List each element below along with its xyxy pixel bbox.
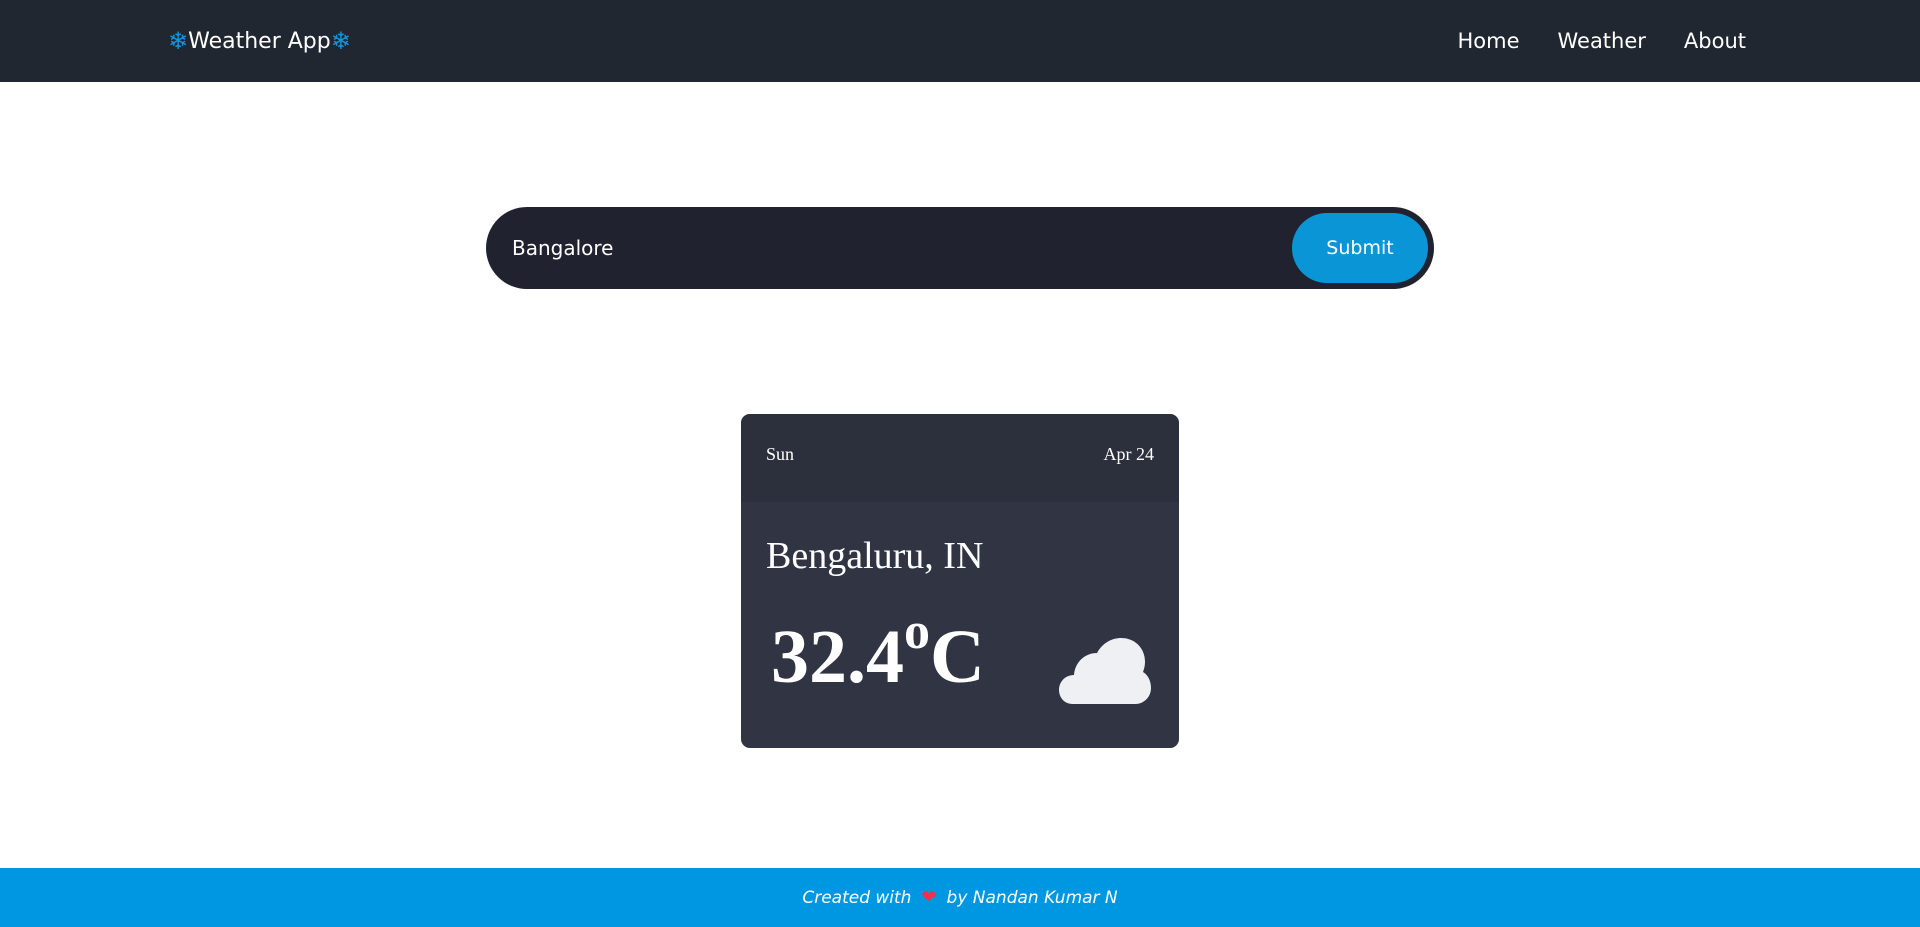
city-search-input[interactable]: [510, 207, 1270, 289]
brand[interactable]: ❄ Weather App ❄: [168, 0, 351, 82]
weather-day: Sun: [766, 444, 795, 464]
heart-icon: ❤: [921, 887, 937, 908]
temperature-value: 32.4: [771, 615, 904, 699]
snowflake-icon: ❄: [168, 27, 189, 55]
footer-credit-author: by Nandan Kumar N: [946, 887, 1118, 908]
degree-symbol: o: [904, 603, 930, 660]
navbar: ❄ Weather App ❄ Home Weather About: [0, 0, 1920, 82]
weather-card: Sun Apr 24 Bengaluru, IN 32.4oC: [741, 414, 1179, 748]
snowflake-icon: ❄: [330, 27, 351, 55]
footer: Created with ❤ by Nandan Kumar N: [0, 868, 1920, 927]
cloud-icon: [1059, 638, 1151, 704]
temperature-unit: C: [930, 615, 985, 699]
temperature-readout: 32.4oC: [771, 606, 985, 696]
weather-date: Apr 24: [1103, 444, 1155, 464]
nav-link-home[interactable]: Home: [1457, 29, 1519, 53]
weather-card-header: Sun Apr 24: [741, 414, 1179, 502]
submit-button[interactable]: Submit: [1292, 213, 1428, 283]
brand-title: Weather App: [188, 28, 331, 54]
weather-location: Bengaluru, IN: [766, 535, 984, 577]
nav-links: Home Weather About: [1457, 0, 1746, 82]
nav-link-about[interactable]: About: [1684, 29, 1746, 53]
search-bar: Submit: [486, 207, 1434, 289]
footer-credit-prefix: Created with: [802, 887, 912, 908]
nav-link-weather[interactable]: Weather: [1557, 29, 1645, 53]
